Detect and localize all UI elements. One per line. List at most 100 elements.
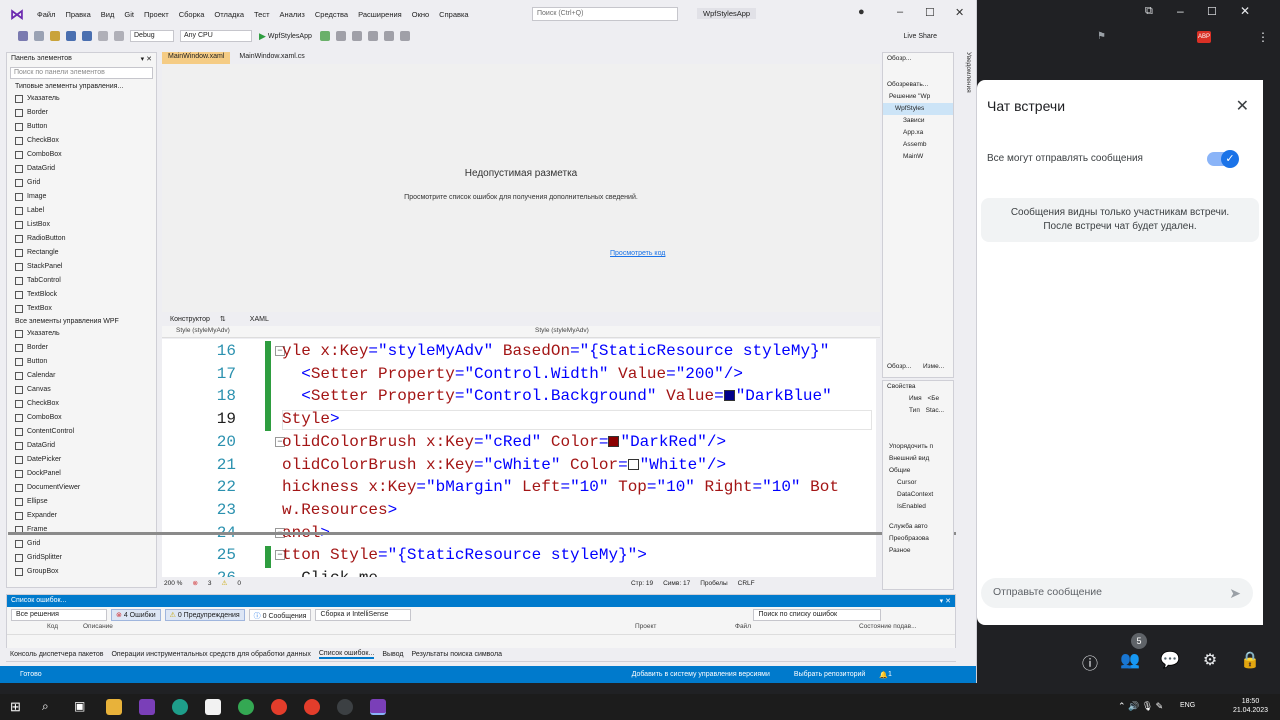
name-value[interactable]: <Бе (927, 395, 939, 402)
tab-xaml[interactable]: XAML (250, 316, 269, 323)
toolbox-item[interactable]: Ellipse (7, 495, 156, 509)
toolbox-item[interactable]: Image (7, 190, 156, 204)
code-line[interactable]: yle x:Key="styleMyAdv" BasedOn="{StaticR… (282, 342, 829, 360)
extension-icon[interactable]: ⚑ (1097, 31, 1106, 42)
property-row[interactable]: DataContext (883, 489, 953, 501)
toolbox-item[interactable]: Label (7, 204, 156, 218)
store-icon[interactable] (205, 699, 221, 715)
error-count[interactable]: 3 (208, 580, 212, 587)
close-icon[interactable]: ✕ (1240, 4, 1250, 18)
solution-tree-item[interactable]: WpfStyles (883, 103, 953, 115)
notifications-strip[interactable]: Уведомления (958, 52, 972, 172)
toolbox-item[interactable]: ContentControl (7, 425, 156, 439)
toolbox-section-common[interactable]: Типовые элементы управления... (7, 81, 156, 92)
panel-pin-icon[interactable]: ▾ ✕ (141, 55, 152, 63)
code-line[interactable]: <Setter Property="Control.Width" Value="… (282, 365, 743, 383)
minimize-icon[interactable]: – (897, 6, 903, 18)
toolbox-item[interactable]: CheckBox (7, 397, 156, 411)
chat-message-input[interactable]: Отправьте сообщение (981, 578, 1253, 608)
menu-debug[interactable]: Отладка (209, 10, 249, 19)
toolbox-item[interactable]: ListBox (7, 218, 156, 232)
live-share-button[interactable]: Live Share (904, 33, 937, 40)
close-icon[interactable]: ✕ (1236, 96, 1249, 116)
properties-search-input[interactable] (883, 429, 953, 441)
property-row[interactable]: Упорядочить п (883, 441, 953, 453)
code-line[interactable]: tton Style="{StaticResource styleMy}"> (282, 546, 647, 564)
menu-file[interactable]: Файл (32, 10, 60, 19)
search-icon[interactable]: ⌕ (42, 699, 49, 714)
toolbox-item[interactable]: Border (7, 106, 156, 120)
panel-pin-icon[interactable]: ▾ ✕ (940, 597, 951, 605)
undo-icon[interactable] (98, 31, 108, 41)
open-icon[interactable] (50, 31, 60, 41)
menu-git[interactable]: Git (119, 10, 139, 19)
activities-icon[interactable]: ⚙ (1200, 650, 1220, 670)
error-search-input[interactable]: Поиск по списку ошибок (753, 609, 882, 621)
solution-tree-item[interactable]: Assemb (883, 139, 953, 151)
minimize-icon[interactable]: – (1177, 4, 1184, 18)
check-icon[interactable]: ✓ (1221, 150, 1239, 168)
toolbox-item[interactable]: Указатель (7, 92, 156, 106)
account-avatar-icon[interactable]: ● (858, 6, 865, 18)
col-file[interactable]: Файл (735, 623, 751, 630)
forward-icon[interactable] (34, 31, 44, 41)
col-code[interactable]: Код (47, 623, 58, 630)
toolbox-item[interactable]: Border (7, 341, 156, 355)
indent-mode[interactable]: Пробелы (700, 580, 727, 587)
redo-icon[interactable] (114, 31, 124, 41)
tab-mainwindow-xaml-cs[interactable]: MainWindow.xaml.cs (233, 52, 310, 64)
solution-tab[interactable]: Обозр... (883, 361, 911, 373)
adblock-icon[interactable]: ABP (1197, 31, 1211, 43)
chrome-profile-icon[interactable] (337, 699, 353, 715)
toolbox-item[interactable]: StackPanel (7, 260, 156, 274)
code-line[interactable]: Click me (282, 569, 378, 577)
toolbox-item[interactable]: TextBox (7, 302, 156, 316)
configuration-select[interactable]: Debug (130, 30, 174, 42)
property-row[interactable]: IsEnabled (883, 501, 953, 513)
col-suppression[interactable]: Состояние подав... (859, 623, 917, 630)
property-row[interactable]: Разное (883, 545, 953, 557)
scope-right[interactable]: Style (styleMyAdv) (521, 326, 880, 337)
chrome-icon[interactable] (238, 699, 254, 715)
property-row[interactable]: Cursor (883, 477, 953, 489)
back-icon[interactable] (18, 31, 28, 41)
toolbox-item[interactable]: CheckBox (7, 134, 156, 148)
visual-studio-active-icon[interactable] (370, 699, 386, 715)
col-project[interactable]: Проект (635, 623, 656, 630)
menu-project[interactable]: Проект (139, 10, 174, 19)
tab-mainwindow-xaml[interactable]: MainWindow.xaml (162, 52, 231, 64)
windows-start-icon[interactable]: ⊞ (10, 699, 21, 715)
add-to-source-control[interactable]: Добавить в систему управления версиями (632, 671, 770, 678)
toolbox-item[interactable]: GridSplitter (7, 551, 156, 565)
select-repository[interactable]: Выбрать репозиторий (794, 671, 865, 678)
layout-icon[interactable] (367, 31, 378, 41)
code-editor[interactable]: 16− yle x:Key="styleMyAdv" BasedOn="{Stat… (162, 339, 876, 577)
run-button[interactable]: WpfStylesApp (268, 33, 312, 40)
toolbox-item[interactable]: DockPanel (7, 467, 156, 481)
platform-select[interactable]: Any CPU (180, 30, 252, 42)
menu-extensions[interactable]: Расширения (353, 10, 407, 19)
solution-tree-item[interactable]: Решение "Wp (883, 91, 953, 103)
clock[interactable]: 18:50 21.04.2023 (1233, 697, 1268, 715)
toolbox-item[interactable]: Указатель (7, 327, 156, 341)
menu-tools[interactable]: Средства (310, 10, 353, 19)
host-controls-icon[interactable]: 🔒 (1240, 650, 1260, 670)
close-icon[interactable]: ✕ (955, 6, 964, 19)
property-row[interactable]: Преобразова (883, 533, 953, 545)
code-line[interactable]: olidColorBrush x:Key="cWhite" Color= "Whi… (282, 456, 726, 474)
menu-icon[interactable]: ⋮ (1257, 30, 1269, 44)
info-icon[interactable]: ⓘ (1080, 650, 1100, 673)
warnings-filter-button[interactable]: ⚠ 0 Предупреждения (164, 609, 245, 621)
toolbox-item[interactable]: Grid (7, 176, 156, 190)
solution-tree-item[interactable]: Зависи (883, 115, 953, 127)
chat-icon[interactable]: 💬 (1160, 650, 1180, 670)
tab-designer[interactable]: Конструктор (170, 316, 210, 323)
file-explorer-icon[interactable] (106, 699, 122, 715)
toolbox-item[interactable]: TabControl (7, 274, 156, 288)
tab-symbol-results[interactable]: Результаты поиска символа (411, 651, 502, 658)
error-scope-select[interactable]: Все решения (11, 609, 107, 621)
col-description[interactable]: Описание (83, 623, 113, 630)
send-icon[interactable]: ➤ (1229, 585, 1241, 602)
people-icon[interactable]: 👥 (1120, 650, 1140, 670)
view-code-link[interactable]: Просмотреть код (610, 250, 665, 257)
